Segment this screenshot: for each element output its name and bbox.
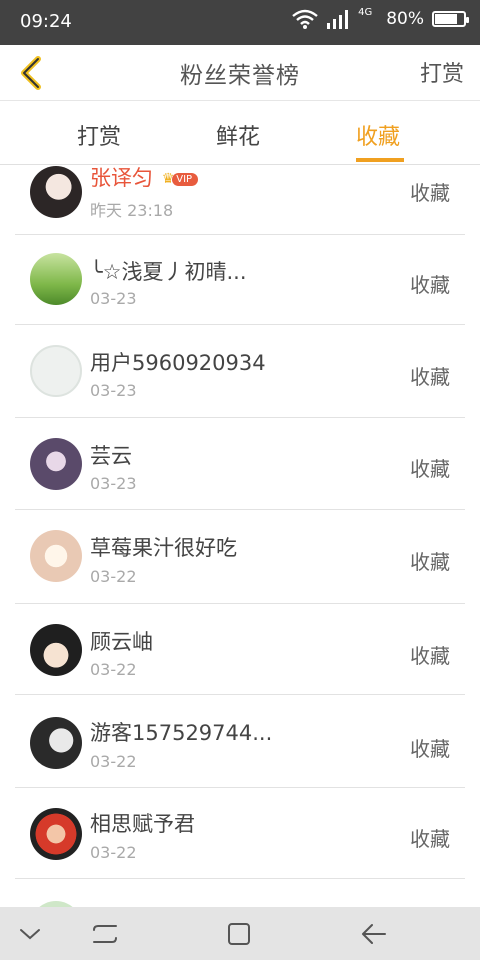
avatar xyxy=(30,530,82,582)
header-bar: 粉丝荣誉榜 打赏 xyxy=(0,45,480,101)
favorite-label: 收藏 xyxy=(410,644,450,668)
recent-apps-icon[interactable] xyxy=(90,919,120,949)
date: 03-22 xyxy=(90,843,137,862)
chevron-down-icon[interactable] xyxy=(15,919,45,949)
list-item[interactable]: 顾云岫 03-22 收藏 xyxy=(15,604,465,695)
list-item[interactable]: ╰☆浅夏丿初晴... 03-23 收藏 xyxy=(15,235,465,325)
date: 03-23 xyxy=(90,381,137,400)
date: 03-22 xyxy=(90,567,137,586)
battery-icon xyxy=(432,11,469,27)
user-name: 草莓果汁很好吃 xyxy=(90,536,237,560)
favorite-label: 收藏 xyxy=(410,181,450,205)
list-item[interactable]: 张译匀 ♛ VIP 昨天 23:18 收藏 xyxy=(15,166,465,235)
date: 03-22 xyxy=(90,752,137,771)
wifi-icon xyxy=(292,9,318,29)
user-name: 顾云岫 xyxy=(90,630,153,654)
user-name: 用户5960920934 xyxy=(90,351,266,375)
avatar xyxy=(30,717,82,769)
tab-flowers[interactable]: 鲜花 xyxy=(216,119,260,151)
status-bar: 09:24 4G 80% xyxy=(0,0,480,45)
date: 03-23 xyxy=(90,474,137,493)
list-item[interactable] xyxy=(15,879,465,907)
avatar xyxy=(30,253,82,305)
vip-tag: VIP xyxy=(172,172,199,186)
list-item[interactable]: 用户5960920934 03-23 收藏 xyxy=(15,325,465,418)
vip-badge: ♛ VIP xyxy=(162,171,199,187)
date: 昨天 23:18 xyxy=(90,201,174,220)
battery-percent: 80% xyxy=(386,9,424,29)
user-name: 张译匀 xyxy=(90,166,153,190)
list-item[interactable]: 草莓果汁很好吃 03-22 收藏 xyxy=(15,510,465,604)
reward-button[interactable]: 打赏 xyxy=(420,56,464,88)
user-name: 芸云 xyxy=(90,444,132,468)
favorite-label: 收藏 xyxy=(410,365,450,389)
network-type: 4G xyxy=(358,6,373,18)
avatar xyxy=(30,345,82,397)
avatar xyxy=(30,166,82,218)
battery-fill xyxy=(435,14,458,24)
favorite-label: 收藏 xyxy=(410,273,450,297)
back-arrow-icon[interactable] xyxy=(358,919,388,949)
tab-reward[interactable]: 打赏 xyxy=(77,119,121,151)
date: 03-23 xyxy=(90,289,137,308)
avatar xyxy=(30,438,82,490)
system-nav-bar xyxy=(0,907,480,960)
list-item[interactable]: 芸云 03-23 收藏 xyxy=(15,418,465,510)
home-icon[interactable] xyxy=(224,919,254,949)
date: 03-22 xyxy=(90,660,137,679)
tab-favorites[interactable]: 收藏 xyxy=(356,119,400,151)
favorite-label: 收藏 xyxy=(410,827,450,851)
avatar xyxy=(30,624,82,676)
favorite-label: 收藏 xyxy=(410,457,450,481)
list-item[interactable]: 游客157529744... 03-22 收藏 xyxy=(15,695,465,788)
page-title: 粉丝荣誉榜 xyxy=(180,63,300,89)
active-tab-indicator xyxy=(356,158,404,162)
list-item[interactable]: 相思赋予君 03-22 收藏 xyxy=(15,788,465,879)
tab-bar: 打赏 鲜花 收藏 xyxy=(0,102,480,165)
fan-list[interactable]: 张译匀 ♛ VIP 昨天 23:18 收藏 ╰☆浅夏丿初晴... 03-23 收… xyxy=(0,166,480,907)
avatar xyxy=(30,808,82,860)
favorite-label: 收藏 xyxy=(410,550,450,574)
signal-icon xyxy=(327,10,349,29)
user-name: 游客157529744... xyxy=(90,721,273,745)
back-button[interactable] xyxy=(14,55,54,91)
favorite-label: 收藏 xyxy=(410,737,450,761)
status-time: 09:24 xyxy=(20,11,72,32)
user-name: 相思赋予君 xyxy=(90,812,195,836)
user-name: ╰☆浅夏丿初晴... xyxy=(90,260,247,284)
